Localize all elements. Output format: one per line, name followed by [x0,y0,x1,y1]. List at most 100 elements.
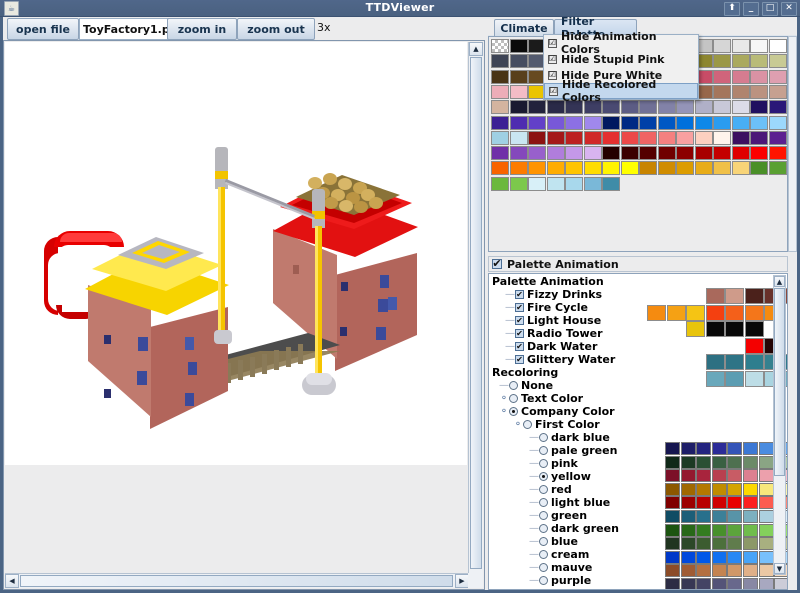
radio-button[interactable] [539,485,548,494]
palette-swatch[interactable] [491,130,509,145]
palette-swatch[interactable] [509,146,528,161]
radio-button[interactable] [539,563,548,572]
palette-swatch[interactable] [602,146,620,161]
palette-swatch[interactable] [491,39,509,53]
palette-swatch[interactable] [528,100,546,115]
scroll-right-arrow-icon[interactable]: ▶ [455,574,469,588]
palette-swatch[interactable] [528,115,546,130]
tree-vertical-scrollbar[interactable]: ▲ ▼ [773,275,786,575]
checkbox-icon[interactable]: ✔ [515,329,524,338]
radio-button[interactable] [509,394,518,403]
checkbox-icon[interactable]: ☑ [548,54,557,64]
palette-swatch[interactable] [546,146,565,161]
palette-swatch[interactable] [750,161,768,176]
radio-button[interactable] [539,446,548,455]
palette-swatch[interactable] [713,84,731,99]
radio-button[interactable] [539,511,548,520]
menu-item-hide-recolored-colors[interactable]: ☑ Hide Recolored Colors [544,78,698,104]
palette-swatch[interactable] [768,84,787,99]
palette-swatch[interactable] [694,115,713,130]
recoloring-tree-panel[interactable]: Palette Animation — ✔ Fizzy Drinks — ✔ Fire Cy… [488,273,788,590]
radio-button[interactable] [509,381,518,390]
tree-item-recoloring[interactable]: ⚬ Text Color [491,392,759,405]
palette-swatch[interactable] [620,115,639,130]
image-hscroll-thumb[interactable] [20,575,453,587]
palette-vertical-scrollbar[interactable] [788,36,797,252]
close-button[interactable]: ✕ [781,2,797,16]
palette-swatch[interactable] [491,69,509,84]
palette-swatch[interactable] [639,130,657,145]
palette-swatch[interactable] [620,161,639,176]
radio-button[interactable] [539,433,548,442]
palette-swatch[interactable] [694,100,713,115]
palette-swatch[interactable] [491,84,509,99]
palette-swatch[interactable] [565,161,583,176]
palette-swatch[interactable] [694,161,713,176]
palette-swatch[interactable] [546,176,565,191]
checkbox-icon[interactable]: ☑ [548,38,557,48]
palette-swatch[interactable] [546,115,565,130]
palette-swatch[interactable] [583,130,602,145]
palette-swatch[interactable] [768,146,787,161]
palette-swatch[interactable] [509,100,528,115]
radio-button[interactable] [539,472,548,481]
radio-button[interactable] [539,550,548,559]
palette-animation-toggle[interactable]: ✔ Palette Animation [488,256,788,272]
palette-swatch[interactable] [713,69,731,84]
palette-swatch[interactable] [565,146,583,161]
palette-swatch[interactable] [731,84,750,99]
palette-swatch[interactable] [676,161,694,176]
palette-swatch[interactable] [768,54,787,69]
palette-swatch[interactable] [731,69,750,84]
palette-swatch[interactable] [639,146,657,161]
palette-swatch[interactable] [583,115,602,130]
palette-swatch[interactable] [713,130,731,145]
palette-swatch[interactable] [768,69,787,84]
palette-swatch[interactable] [676,115,694,130]
palette-swatch[interactable] [768,115,787,130]
shade-button[interactable]: ⬆ [724,2,740,16]
palette-swatch[interactable] [602,130,620,145]
palette-swatch[interactable] [657,130,676,145]
palette-swatch[interactable] [731,54,750,69]
tree-expand-icon[interactable]: ⚬ [513,419,523,430]
maximize-button[interactable]: □ [762,2,778,16]
palette-swatch[interactable] [528,176,546,191]
radio-button[interactable] [509,407,518,416]
tree-item-animation[interactable]: — ✔ Dark Water [491,340,759,353]
palette-swatch[interactable] [657,161,676,176]
palette-swatch[interactable] [731,146,750,161]
palette-swatch[interactable] [583,146,602,161]
zoom-out-button[interactable]: zoom out [237,18,315,40]
scroll-left-arrow-icon[interactable]: ◀ [5,574,19,588]
palette-swatch[interactable] [768,39,787,53]
palette-swatch[interactable] [768,100,787,115]
tree-expand-icon[interactable]: ⚬ [499,393,509,404]
palette-swatch[interactable] [565,115,583,130]
palette-swatch[interactable] [657,115,676,130]
palette-swatch[interactable] [639,161,657,176]
palette-swatch[interactable] [694,146,713,161]
palette-swatch[interactable] [546,161,565,176]
palette-swatch[interactable] [620,146,639,161]
palette-swatch[interactable] [713,100,731,115]
palette-swatch[interactable] [620,130,639,145]
palette-swatch[interactable] [491,54,509,69]
palette-swatch[interactable] [768,130,787,145]
minimize-button[interactable]: _ [743,2,759,16]
tree-expand-icon[interactable]: ⚬ [499,406,509,417]
palette-swatch[interactable] [676,130,694,145]
checkbox-icon[interactable]: ✔ [492,258,502,269]
palette-swatch[interactable] [713,115,731,130]
palette-swatch[interactable] [694,130,713,145]
tree-scroll-down-arrow-icon[interactable]: ▼ [774,563,785,574]
zoom-in-button[interactable]: zoom in [167,18,237,40]
checkbox-icon[interactable]: ✔ [515,355,524,364]
palette-swatch[interactable] [565,130,583,145]
palette-swatch[interactable] [565,176,583,191]
palette-swatch[interactable] [509,115,528,130]
palette-swatch[interactable] [713,39,731,53]
palette-swatch[interactable] [750,39,768,53]
open-file-button[interactable]: open file [7,18,79,40]
palette-swatch[interactable] [509,130,528,145]
